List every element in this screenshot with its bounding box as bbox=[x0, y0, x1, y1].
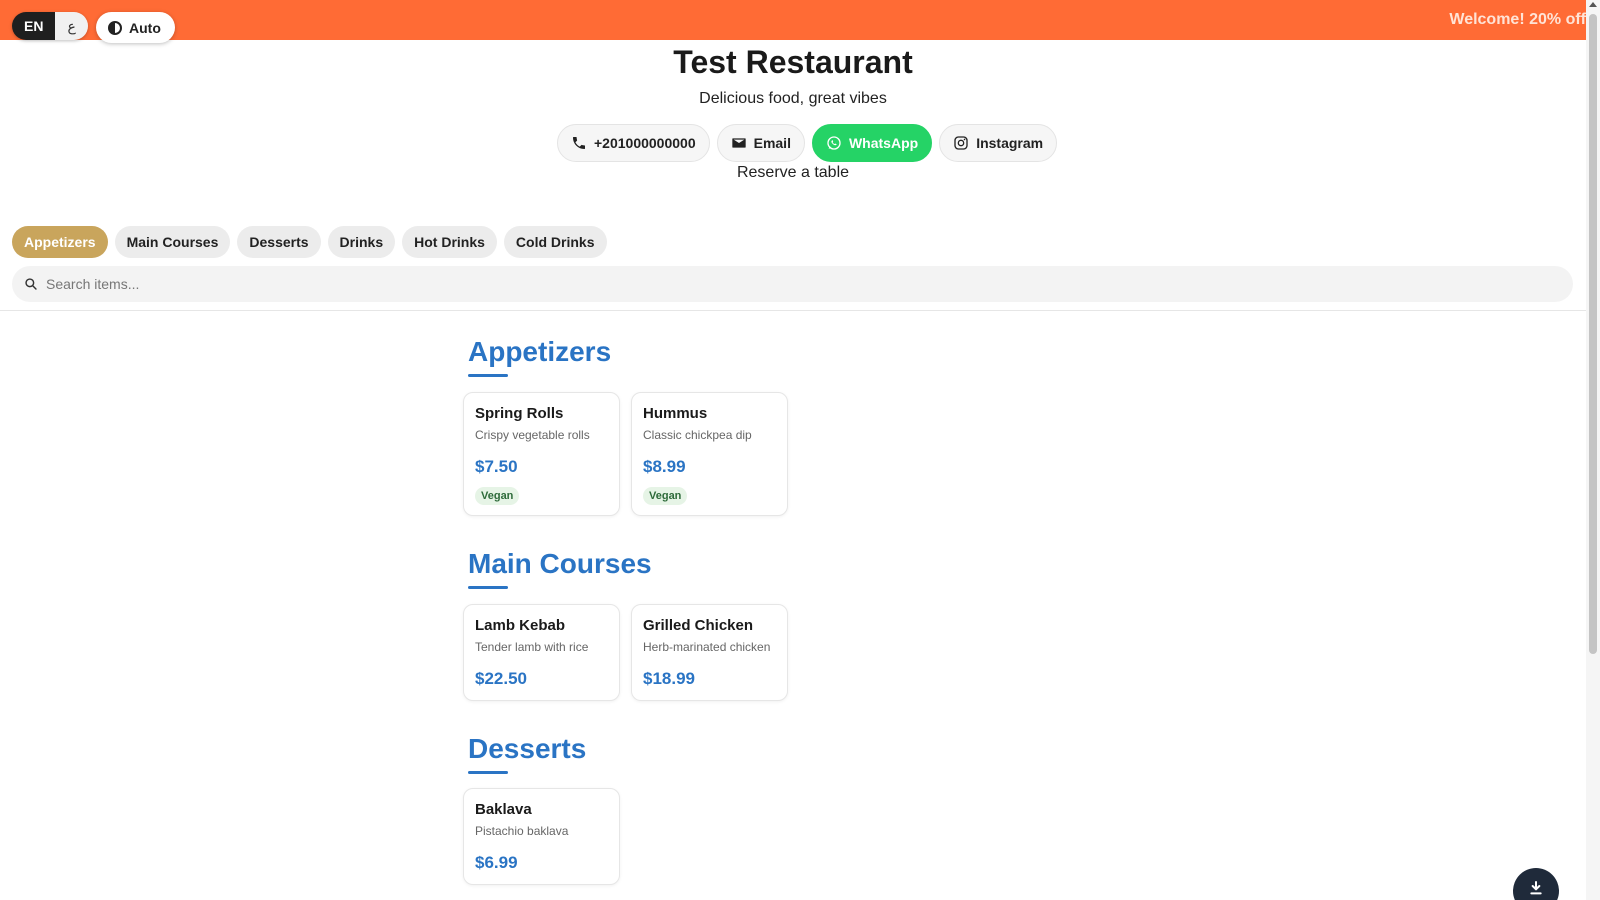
category-tabs: Appetizers Main Courses Desserts Drinks … bbox=[12, 226, 607, 258]
item-description: Tender lamb with rice bbox=[475, 640, 589, 654]
item-description: Crispy vegetable rolls bbox=[475, 428, 590, 442]
whatsapp-icon bbox=[827, 136, 841, 150]
item-price: $6.99 bbox=[475, 853, 518, 872]
item-price: $7.50 bbox=[475, 457, 518, 476]
scroll-up-icon[interactable] bbox=[1589, 2, 1597, 7]
section-title-main-courses: Main Courses bbox=[468, 548, 652, 579]
email-button[interactable]: Email bbox=[716, 124, 805, 162]
promo-banner: Welcome! 20% off bbox=[0, 0, 1586, 40]
theme-label: Auto bbox=[129, 19, 161, 36]
section-underline bbox=[468, 374, 508, 377]
tab-desserts[interactable]: Desserts bbox=[237, 226, 321, 258]
scrollbar-thumb[interactable] bbox=[1589, 14, 1597, 654]
language-toggle: EN ع bbox=[12, 12, 88, 40]
tab-drinks[interactable]: Drinks bbox=[327, 226, 396, 258]
header-divider bbox=[0, 310, 1586, 311]
instagram-button[interactable]: Instagram bbox=[939, 124, 1058, 162]
tab-cold-drinks[interactable]: Cold Drinks bbox=[503, 226, 607, 258]
page-scrollbar[interactable] bbox=[1586, 0, 1600, 900]
item-price: $8.99 bbox=[643, 457, 686, 476]
item-name: Lamb Kebab bbox=[475, 617, 566, 634]
menu-item-card[interactable]: Grilled Chicken Herb-marinated chicken $… bbox=[631, 604, 788, 701]
promo-banner-text: Welcome! 20% off bbox=[1449, 11, 1586, 28]
menu-item-card[interactable]: Baklava Pistachio baklava $6.99 bbox=[463, 788, 620, 885]
contact-buttons: +201000000000 Email WhatsApp Instagram bbox=[557, 124, 1058, 162]
search-bar bbox=[12, 266, 1573, 302]
menu-item-card[interactable]: Lamb Kebab Tender lamb with rice $22.50 bbox=[463, 604, 620, 701]
whatsapp-label: WhatsApp bbox=[848, 135, 919, 151]
phone-number: +201000000000 bbox=[594, 135, 696, 151]
tab-main-courses[interactable]: Main Courses bbox=[114, 226, 231, 258]
restaurant-tagline: Delicious food, great vibes bbox=[699, 90, 887, 107]
instagram-icon bbox=[954, 136, 968, 150]
section-title-appetizers: Appetizers bbox=[468, 336, 612, 367]
section-underline bbox=[468, 586, 508, 589]
mail-icon bbox=[731, 138, 746, 148]
contrast-icon bbox=[108, 20, 122, 35]
theme-toggle-button[interactable]: Auto bbox=[96, 12, 175, 43]
menu-item-card[interactable]: Hummus Classic chickpea dip $8.99 Vegan bbox=[631, 392, 788, 516]
item-description: Pistachio baklava bbox=[475, 824, 569, 838]
vegan-badge: Vegan bbox=[475, 487, 520, 505]
lang-ar-button[interactable]: ع bbox=[55, 12, 88, 40]
item-name: Baklava bbox=[475, 801, 532, 818]
item-price: $22.50 bbox=[475, 669, 527, 688]
item-price: $18.99 bbox=[643, 669, 695, 688]
instagram-label: Instagram bbox=[976, 135, 1044, 151]
tab-hot-drinks[interactable]: Hot Drinks bbox=[402, 226, 497, 258]
lang-en-button[interactable]: EN bbox=[12, 12, 56, 40]
restaurant-name: Test Restaurant bbox=[673, 44, 913, 80]
item-description: Classic chickpea dip bbox=[643, 428, 752, 442]
search-input[interactable] bbox=[46, 276, 1546, 292]
phone-icon bbox=[573, 137, 585, 149]
search-icon bbox=[25, 278, 37, 290]
download-button[interactable] bbox=[1513, 868, 1559, 900]
tab-appetizers[interactable]: Appetizers bbox=[12, 226, 108, 258]
reserve-table-link[interactable]: Reserve a table bbox=[0, 164, 1586, 182]
section-underline bbox=[468, 771, 508, 774]
menu-item-card[interactable]: Spring Rolls Crispy vegetable rolls $7.5… bbox=[463, 392, 620, 516]
item-name: Spring Rolls bbox=[475, 405, 564, 422]
item-name: Grilled Chicken bbox=[643, 617, 754, 634]
phone-button[interactable]: +201000000000 bbox=[557, 124, 710, 162]
whatsapp-button[interactable]: WhatsApp bbox=[811, 124, 933, 162]
download-icon bbox=[1530, 881, 1542, 895]
item-name: Hummus bbox=[643, 405, 708, 422]
section-title-desserts: Desserts bbox=[468, 733, 587, 764]
item-description: Herb-marinated chicken bbox=[643, 640, 771, 654]
vegan-badge: Vegan bbox=[643, 487, 688, 505]
email-label: Email bbox=[753, 135, 791, 151]
